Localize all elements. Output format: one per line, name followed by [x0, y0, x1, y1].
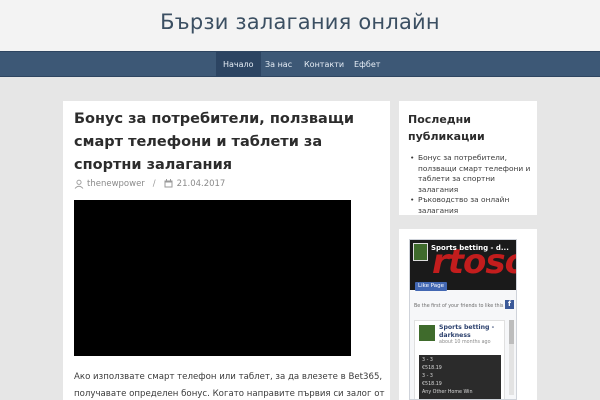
nav-item-about[interactable]: За нас	[258, 52, 299, 77]
site-header: Бързи залагания онлайн	[0, 0, 600, 51]
odds-row: 3 - 3	[422, 358, 433, 363]
post-time[interactable]: about 10 months ago	[439, 340, 491, 345]
friends-like-text: Be the first of your friends to like thi…	[414, 304, 504, 309]
article-date: 21.04.2017	[176, 179, 226, 189]
recent-posts-widget: Последни публикации Бонус за потребители…	[399, 101, 537, 215]
facebook-widget: rtoso Sports betting - d... Like Page Be…	[399, 229, 537, 400]
recent-posts-list: Бонус за потребители, ползващи смарт тел…	[409, 153, 535, 216]
like-page-button[interactable]: Like Page	[415, 282, 448, 291]
main-navigation: Начало За нас Контакти Ефбет	[0, 51, 600, 77]
post-avatar[interactable]	[419, 325, 435, 341]
site-title[interactable]: Бързи залагания онлайн	[0, 10, 600, 34]
recent-post-link[interactable]: Бонус за потребители, ползващи смарт тел…	[409, 153, 535, 195]
facebook-page-name[interactable]: Sports betting - d...	[431, 244, 509, 252]
recent-post-link[interactable]: Ръководство за онлайн залагания	[409, 195, 535, 216]
article-author[interactable]: thenewpower	[87, 179, 145, 189]
facebook-icon[interactable]: f	[505, 300, 514, 309]
nav-item-contacts[interactable]: Контакти	[297, 52, 351, 77]
meta-separator: /	[152, 179, 156, 189]
nav-item-home[interactable]: Начало	[216, 52, 261, 77]
scrollbar[interactable]	[509, 320, 514, 395]
post-author[interactable]: Sports betting - darkness	[439, 324, 503, 339]
odds-row: Any Other Home Win	[422, 390, 473, 395]
article-meta: thenewpower / 21.04.2017	[74, 178, 225, 190]
article-card: Бонус за потребители, ползващи смарт тел…	[63, 101, 390, 400]
facebook-page-plugin: rtoso Sports betting - d... Like Page Be…	[409, 239, 517, 400]
nav-item-efbet[interactable]: Ефбет	[347, 52, 387, 77]
article-body: Ако използвате смарт телефон или таблет,…	[74, 372, 385, 399]
post-image[interactable]: 3 - 3 €518.19 3 - 3 €518.19 Any Other Ho…	[419, 355, 501, 399]
widget-title: Последни публикации	[408, 113, 485, 143]
page-avatar[interactable]	[413, 243, 428, 261]
scrollbar-thumb[interactable]	[509, 320, 514, 344]
user-icon	[74, 179, 84, 189]
odds-row: €518.19	[422, 382, 442, 387]
odds-row: 3 - 3	[422, 374, 433, 379]
odds-row: €518.19	[422, 366, 442, 371]
article-title[interactable]: Бонус за потребители, ползващи смарт тел…	[74, 108, 374, 177]
calendar-icon	[164, 179, 173, 188]
facebook-post: Sports betting - darkness about 10 month…	[414, 320, 505, 399]
video-player[interactable]	[74, 200, 351, 356]
